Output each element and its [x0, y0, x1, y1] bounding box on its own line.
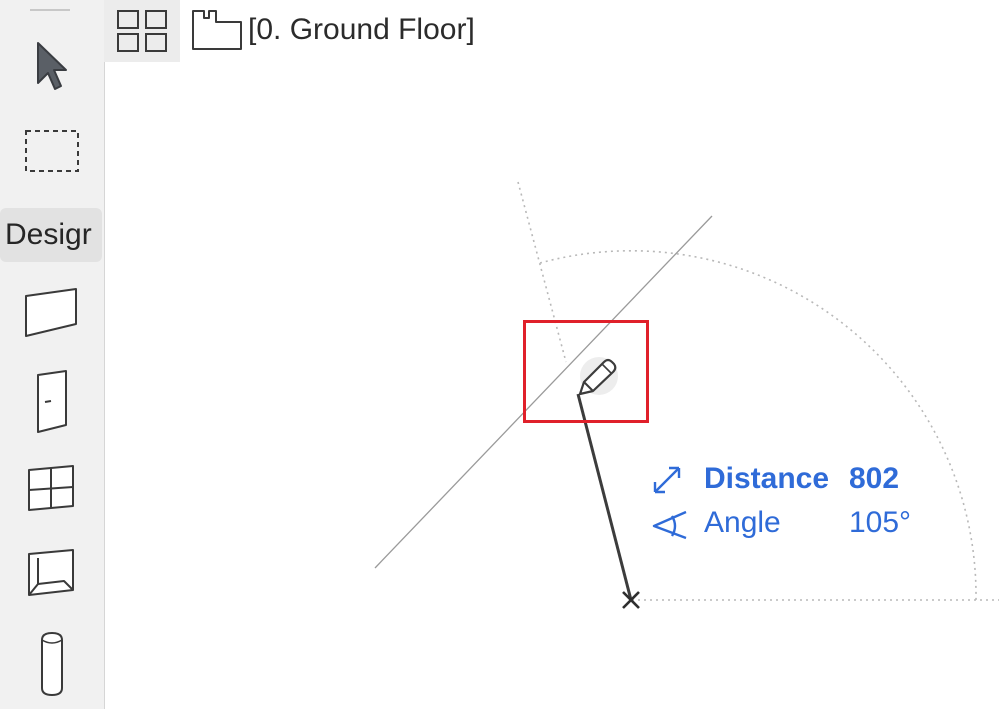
column-tool-button[interactable]: [0, 626, 104, 702]
window-icon: [28, 465, 74, 511]
door-tool-button[interactable]: [0, 364, 104, 440]
design-section-label: Desigr: [5, 218, 92, 251]
grid-view-icon: [117, 10, 167, 52]
floor-plan-icon: [192, 10, 242, 50]
view-map-button[interactable]: [104, 0, 180, 62]
marquee-icon: [25, 130, 79, 172]
design-section-header[interactable]: Desigr: [0, 208, 102, 262]
column-icon: [41, 631, 63, 697]
tracker-angle-row[interactable]: Angle 105°: [650, 504, 940, 544]
door-icon: [37, 370, 67, 433]
distance-value[interactable]: 802: [849, 462, 899, 496]
angle-icon: [652, 510, 687, 540]
marquee-tool-button[interactable]: [0, 114, 104, 190]
angle-value[interactable]: 105°: [849, 506, 911, 540]
angle-label: Angle: [704, 506, 781, 539]
wall-icon: [25, 288, 77, 337]
distance-label: Distance: [704, 462, 830, 495]
arrow-tool-button[interactable]: [0, 30, 104, 106]
highlight-box: [523, 320, 649, 423]
window-tool-button[interactable]: [0, 450, 104, 526]
toolbox-panel: Desigr: [0, 0, 105, 709]
toolbox-separator: [30, 9, 70, 11]
story-tab[interactable]: [0. Ground Floor]: [190, 4, 475, 56]
skylight-icon: [28, 549, 74, 596]
tracker-distance-row[interactable]: Distance 802: [650, 460, 940, 500]
drawn-line-segment: [576, 393, 633, 601]
wall-tool-button[interactable]: [0, 276, 104, 352]
story-name-label: [0. Ground Floor]: [248, 13, 475, 46]
distance-arrows-icon: [653, 466, 681, 494]
tracker-panel: Distance 802 Angle 105°: [650, 460, 940, 550]
arrow-cursor-icon: [37, 42, 67, 90]
skylight-tool-button[interactable]: [0, 536, 104, 612]
